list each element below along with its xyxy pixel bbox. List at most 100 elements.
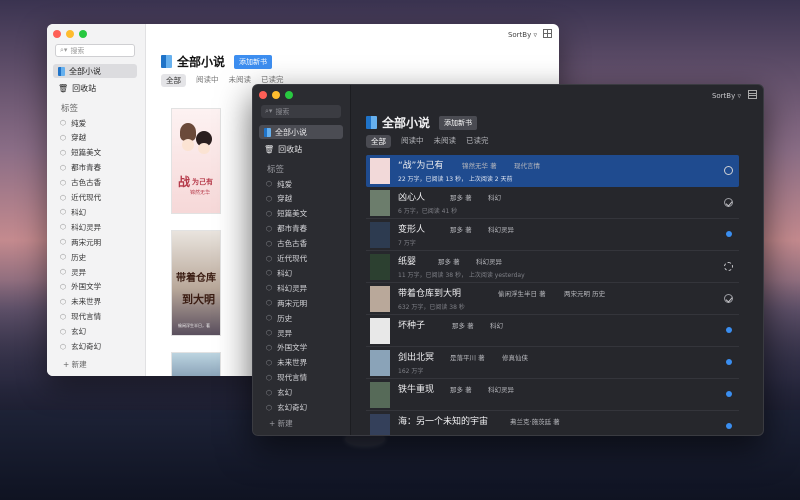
book-tag: 修真仙侠 [502,354,528,362]
book-row[interactable]: 铁牛重现 那多 著 科幻灵异 [366,379,739,411]
sidebar-tag-item[interactable]: ⬡ 纯爱 [60,117,86,129]
sidebar-item-trash[interactable]: 🗑 回收站 [53,81,137,95]
tag-icon: ⬡ [266,299,273,308]
book-author: 那多 著 [438,258,460,266]
search-input[interactable]: ⌕▾ 搜索 [261,105,341,118]
sidebar-tag-item[interactable]: ⬡ 玄幻奇幻 [60,341,101,353]
tag-icon: ⬡ [60,238,67,247]
sidebar-tag-item[interactable]: ⬡ 玄幻 [60,326,86,338]
sidebar-tag-item[interactable]: ⬡ 穿越 [266,193,292,205]
minimize-button[interactable] [66,30,74,38]
book-author: 锦然无华 著 [462,162,497,170]
zoom-button[interactable] [285,91,293,99]
sidebar-tag-item[interactable]: ⬡ 短篇美文 [266,208,307,220]
sidebar-tag-item[interactable]: ⬡ 灵异 [266,327,292,339]
sidebar-tag-item[interactable]: ⬡ 科幻 [60,206,86,218]
tag-icon: ⬡ [266,269,273,278]
sidebar-tag-label: 灵异 [277,328,293,338]
book-cover[interactable] [171,352,221,376]
book-row[interactable]: 带着仓库到大明 偷闲浮生半日 著 两宋元明 历史 632 万字，已阅读 38 秒 [366,283,739,315]
sidebar-tag-item[interactable]: ⬡ 近代现代 [60,192,101,204]
sidebar-tag-item[interactable]: ⬡ 历史 [266,312,292,324]
sidebar-tag-item[interactable]: ⬡ 短篇美文 [60,147,101,159]
sidebar-tag-item[interactable]: ⬡ 古色古香 [60,177,101,189]
book-row[interactable]: 海：另一个未知的宇宙 弗兰克·施茨廷 著 [366,411,739,435]
sidebar-tag-item[interactable]: ⬡ 未来世界 [60,296,101,308]
sidebar-tag-item[interactable]: ⬡ 玄幻奇幻 [266,402,307,414]
reading-status-icon [726,423,732,429]
list-view-icon[interactable] [748,90,757,99]
book-author: 是落平川 著 [450,354,485,362]
tag-icon: ⬡ [266,254,273,263]
grid-view-icon[interactable] [543,29,552,38]
sidebar-tag-item[interactable]: ⬡ 穿越 [60,132,86,144]
book-author: 偷闲浮生半日 著 [498,290,546,298]
new-button[interactable]: + 新建 [63,359,87,370]
sidebar-tag-item[interactable]: ⬡ 科幻灵异 [60,221,101,233]
sidebar-tag-item[interactable]: ⬡ 现代言情 [266,372,307,384]
add-book-button[interactable]: 添加新书 [234,54,273,69]
book-progress: 162 万字 [398,368,424,375]
close-button[interactable] [53,30,61,38]
add-book-button[interactable]: 添加新书 [439,115,478,130]
sidebar-tag-label: 玄幻 [71,327,87,337]
sidebar-tag-item[interactable]: ⬡ 科幻 [266,267,292,279]
tab-all[interactable]: 全部 [366,135,391,148]
sidebar-tag-item[interactable]: ⬡ 纯爱 [266,178,292,190]
book-row[interactable]: “战”为己有 锦然无华 著 现代言情 22 万字，已阅读 13 秒， 上次阅读 2 天… [366,155,739,187]
search-input[interactable]: ⌕▾ 搜索 [55,44,135,57]
sidebar-tag-item[interactable]: ⬡ 未来世界 [266,357,307,369]
sidebar-tag-item[interactable]: ⬡ 都市青春 [60,162,101,174]
sort-by-button[interactable]: SortBy ▿ [712,92,741,100]
book-cover[interactable]: 战 为己有 锦然无华 [171,108,221,214]
tab-finished[interactable]: 已读完 [466,135,489,148]
sidebar-tag-item[interactable]: ⬡ 现代言情 [60,311,101,323]
book-cover[interactable]: 带着仓库 到大明 偷闲浮生半日，著 [171,230,221,336]
sidebar-tag-label: 玄幻 [277,388,293,398]
tab-reading[interactable]: 阅读中 [196,74,219,87]
reading-status-icon [726,359,732,365]
tag-icon: ⬡ [60,223,67,232]
sidebar-item-trash[interactable]: 🗑 回收站 [259,142,343,156]
tag-icon: ⬡ [266,209,273,218]
sidebar-tag-item[interactable]: ⬡ 古色古香 [266,238,307,250]
sidebar-tag-item[interactable]: ⬡ 灵异 [60,266,86,278]
book-row[interactable]: 剑出北冥 是落平川 著 修真仙侠 162 万字 [366,347,739,379]
sidebar-tag-label: 穿越 [71,133,87,143]
tab-reading[interactable]: 阅读中 [401,135,424,148]
tag-icon: ⬡ [60,297,67,306]
sidebar-tag-item[interactable]: ⬡ 两宋元明 [266,297,307,309]
minimize-button[interactable] [272,91,280,99]
tab-unread[interactable]: 未阅读 [434,135,457,148]
sort-by-button[interactable]: SortBy ▿ [508,31,537,39]
tab-unread[interactable]: 未阅读 [229,74,252,87]
reading-status-icon [724,166,733,175]
sidebar-item-all-novels[interactable]: 全部小说 [259,125,343,139]
dark-sidebar: ⌕▾ 搜索 全部小说 🗑 回收站 标签 ⬡ 纯爱 ⬡ 穿越 ⬡ 短篇美文 ⬡ 都市青春 ⬡ 古色古… [253,85,351,435]
sidebar-tag-item[interactable]: ⬡ 两宋元明 [60,236,101,248]
book-progress: 632 万字，已阅读 38 秒 [398,304,465,311]
book-row[interactable]: 坏种子 那多 著 科幻 [366,315,739,347]
book-row[interactable]: 变形人 那多 著 科幻灵异 7 万字 [366,219,739,251]
sidebar-tag-item[interactable]: ⬡ 外国文学 [60,281,101,293]
zoom-button[interactable] [79,30,87,38]
tab-all[interactable]: 全部 [161,74,186,87]
sidebar-tag-item[interactable]: ⬡ 玄幻 [266,387,292,399]
sidebar-tag-item[interactable]: ⬡ 都市青春 [266,223,307,235]
new-button[interactable]: + 新建 [269,418,293,429]
sidebar-tag-item[interactable]: ⬡ 历史 [60,251,86,263]
tag-icon: ⬡ [266,373,273,382]
sidebar-tag-item[interactable]: ⬡ 外国文学 [266,342,307,354]
book-thumbnail [370,414,390,435]
sidebar-tag-item[interactable]: ⬡ 科幻灵异 [266,282,307,294]
book-tag: 科幻灵异 [476,258,502,266]
sidebar-tag-item[interactable]: ⬡ 近代现代 [266,253,307,265]
tag-icon: ⬡ [60,342,67,351]
book-row[interactable]: 凶心人 那多 著 科幻 6 万字，已阅读 41 秒 [366,187,739,219]
sidebar-item-all-novels[interactable]: 全部小说 [53,64,137,78]
book-thumbnail [370,254,390,280]
book-row[interactable]: 纸婴 那多 著 科幻灵异 11 万字，已阅读 38 秒， 上次阅读 yesterday [366,251,739,283]
reading-status-icon [726,391,732,397]
close-button[interactable] [259,91,267,99]
book-title: 剑出北冥 [398,353,435,363]
